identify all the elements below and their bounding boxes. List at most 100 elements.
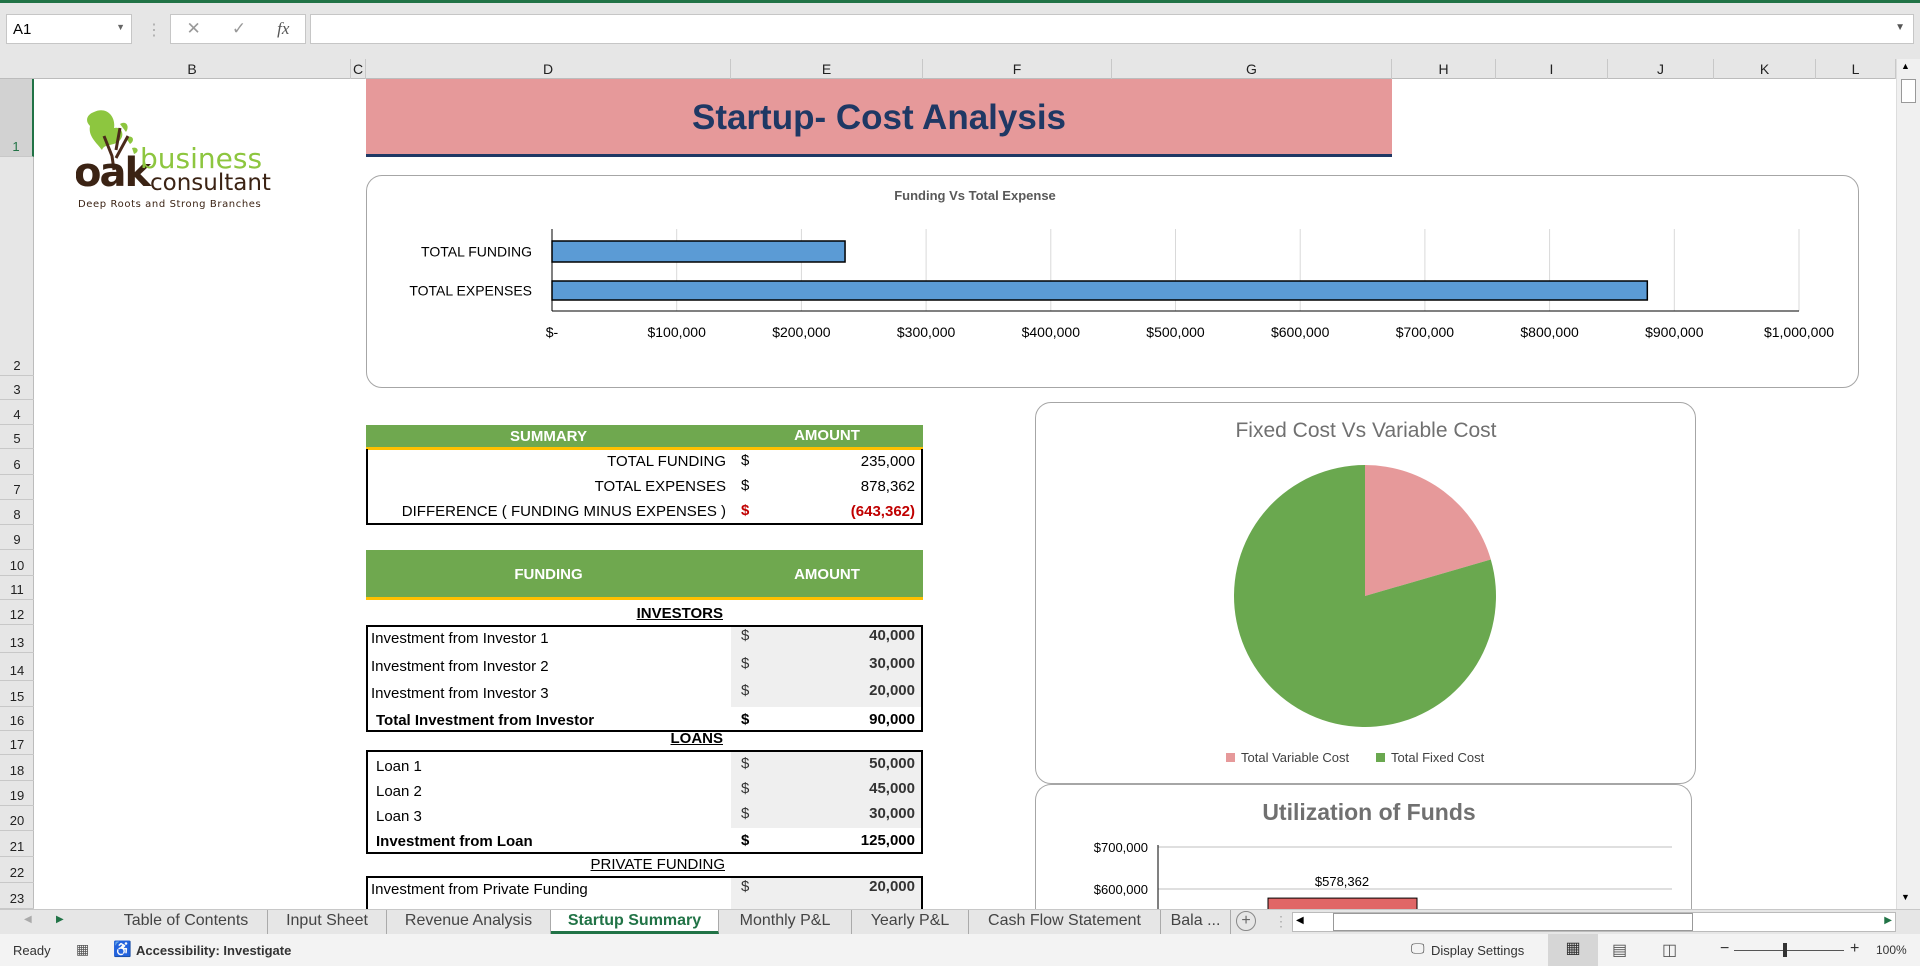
summary-label: TOTAL FUNDING [607,453,726,470]
horizontal-scrollbar[interactable]: ◀ ▶ [1292,912,1896,932]
next-sheet-icon[interactable]: ▶ [56,914,64,925]
macro-record-icon[interactable]: ▦ [76,941,89,958]
currency-symbol: $ [741,780,750,797]
bar-total-expenses[interactable] [551,280,1649,301]
fixed-vs-variable-chart[interactable]: Fixed Cost Vs Variable Cost Total Variabl… [1035,402,1696,784]
funding-total-row: Investment from Loan $125,000 [366,828,923,852]
funding-amount[interactable]: 40,000 [869,627,915,644]
row-header[interactable]: 4 [0,400,34,425]
accessibility-icon: ♿ [113,941,132,958]
horizontal-scroll-thumb[interactable] [1333,913,1693,931]
normal-view-icon[interactable]: ▦ [1548,934,1598,966]
funding-row: Loan 3 $30,000 [366,803,923,827]
sheet-tab[interactable]: Input Sheet [268,910,387,934]
row-header[interactable]: 23 [0,883,34,909]
x-tick-label: $700,000 [1396,324,1455,340]
insert-function-icon[interactable]: fx [277,19,289,39]
column-header[interactable]: K [1714,59,1816,79]
row-header[interactable]: 9 [0,525,34,550]
funding-vs-expense-chart[interactable]: Funding Vs Total Expense $- $100,000 $200,0… [366,175,1859,388]
splitter-icon[interactable]: ⋮ [1274,913,1288,930]
zoom-out-icon[interactable]: − [1720,940,1729,958]
sheet-tab[interactable]: Yearly P&L [852,910,969,934]
row-header[interactable]: 20 [0,806,34,831]
currency-symbol: $ [741,805,750,822]
row-header[interactable]: 13 [0,625,34,653]
bar-total-funding[interactable] [551,240,846,263]
column-header[interactable]: L [1816,59,1896,79]
chevron-down-icon[interactable]: ▼ [116,22,125,32]
column-header[interactable]: C [351,59,366,79]
add-sheet-icon[interactable]: + [1236,911,1256,931]
formula-input[interactable]: ▼ [310,14,1914,44]
column-header[interactable]: B [34,59,351,79]
row-header[interactable]: 1 [0,79,34,157]
prev-sheet-icon[interactable]: ◀ [24,914,32,925]
scroll-thumb[interactable] [1901,79,1916,103]
enter-icon[interactable]: ✓ [232,19,246,39]
zoom-slider-thumb[interactable] [1783,943,1787,957]
summary-row: TOTAL FUNDING $235,000 [366,449,923,474]
scroll-up-icon[interactable]: ▲ [1901,61,1910,71]
column-header[interactable]: G [1112,59,1392,79]
sheet-tab[interactable]: Revenue Analysis [387,910,551,934]
column-header[interactable]: H [1392,59,1496,79]
x-tick-label: $500,000 [1146,324,1205,340]
column-header[interactable]: I [1496,59,1608,79]
funding-row: Investment from Private Funding $20,000 [366,876,923,900]
summary-row: DIFFERENCE ( FUNDING MINUS EXPENSES ) $ (6… [366,499,923,524]
funding-amount[interactable]: 30,000 [869,805,915,822]
page-break-view-icon[interactable]: ◫ [1662,940,1677,960]
column-header[interactable]: D [366,59,731,79]
row-header[interactable]: 11 [0,576,34,600]
row-header[interactable]: 16 [0,707,34,731]
accessibility-status[interactable]: Accessibility: Investigate [136,943,291,958]
row-header[interactable]: 17 [0,731,34,755]
summary-label: DIFFERENCE ( FUNDING MINUS EXPENSES ) [401,503,726,520]
sheet-tab[interactable]: Bala ... [1161,910,1231,934]
funding-amount[interactable]: 30,000 [869,655,915,672]
currency-symbol: $ [741,832,750,849]
x-tick-label: $200,000 [772,324,831,340]
scroll-right-icon[interactable]: ▶ [1884,915,1892,926]
funding-amount[interactable]: 45,000 [869,780,915,797]
funding-amount[interactable]: 20,000 [869,878,915,895]
funding-amount[interactable]: 20,000 [869,682,915,699]
column-header[interactable]: F [923,59,1112,79]
row-header[interactable]: 19 [0,781,34,806]
page-layout-view-icon[interactable]: ▤ [1612,940,1627,960]
zoom-slider[interactable] [1734,950,1844,951]
funding-amount[interactable]: 50,000 [869,755,915,772]
sheet-tab[interactable]: Cash Flow Statement [969,910,1161,934]
cancel-icon[interactable]: ✕ [187,19,201,39]
row-header[interactable]: 7 [0,475,34,500]
column-header[interactable]: J [1608,59,1714,79]
row-header[interactable]: 18 [0,755,34,781]
zoom-in-icon[interactable]: + [1850,940,1859,958]
row-header[interactable]: 14 [0,653,34,681]
sheet-tab[interactable]: Startup Summary [551,910,719,934]
vertical-scrollbar[interactable]: ▲ ▼ [1896,59,1920,909]
row-header[interactable]: 2 [0,157,34,376]
row-header[interactable]: 15 [0,681,34,707]
sheet-tab[interactable]: Monthly P&L [719,910,852,934]
row-header[interactable]: 3 [0,376,34,400]
row-header[interactable]: 22 [0,857,34,883]
row-header[interactable]: 21 [0,831,34,857]
display-settings-button[interactable]: Display Settings [1431,943,1524,958]
scroll-down-icon[interactable]: ▼ [1901,892,1910,902]
row-header[interactable]: 6 [0,449,34,475]
funding-row: Investment from Investor 3 $20,000 [366,680,923,704]
zoom-level[interactable]: 100% [1876,943,1907,957]
sheet-tab[interactable]: Table of Contents [105,910,268,934]
scroll-left-icon[interactable]: ◀ [1296,915,1304,926]
row-header[interactable]: 5 [0,425,34,449]
name-box[interactable]: A1 ▼ [6,14,132,44]
expand-formula-icon[interactable]: ▼ [1895,22,1905,33]
funding-row: Investment from Investor 2 $30,000 [366,653,923,677]
row-header[interactable]: 8 [0,500,34,525]
funding-label: Investment from Investor 2 [371,658,549,675]
column-header[interactable]: E [731,59,923,79]
row-header[interactable]: 12 [0,600,34,625]
row-header[interactable]: 10 [0,550,34,576]
